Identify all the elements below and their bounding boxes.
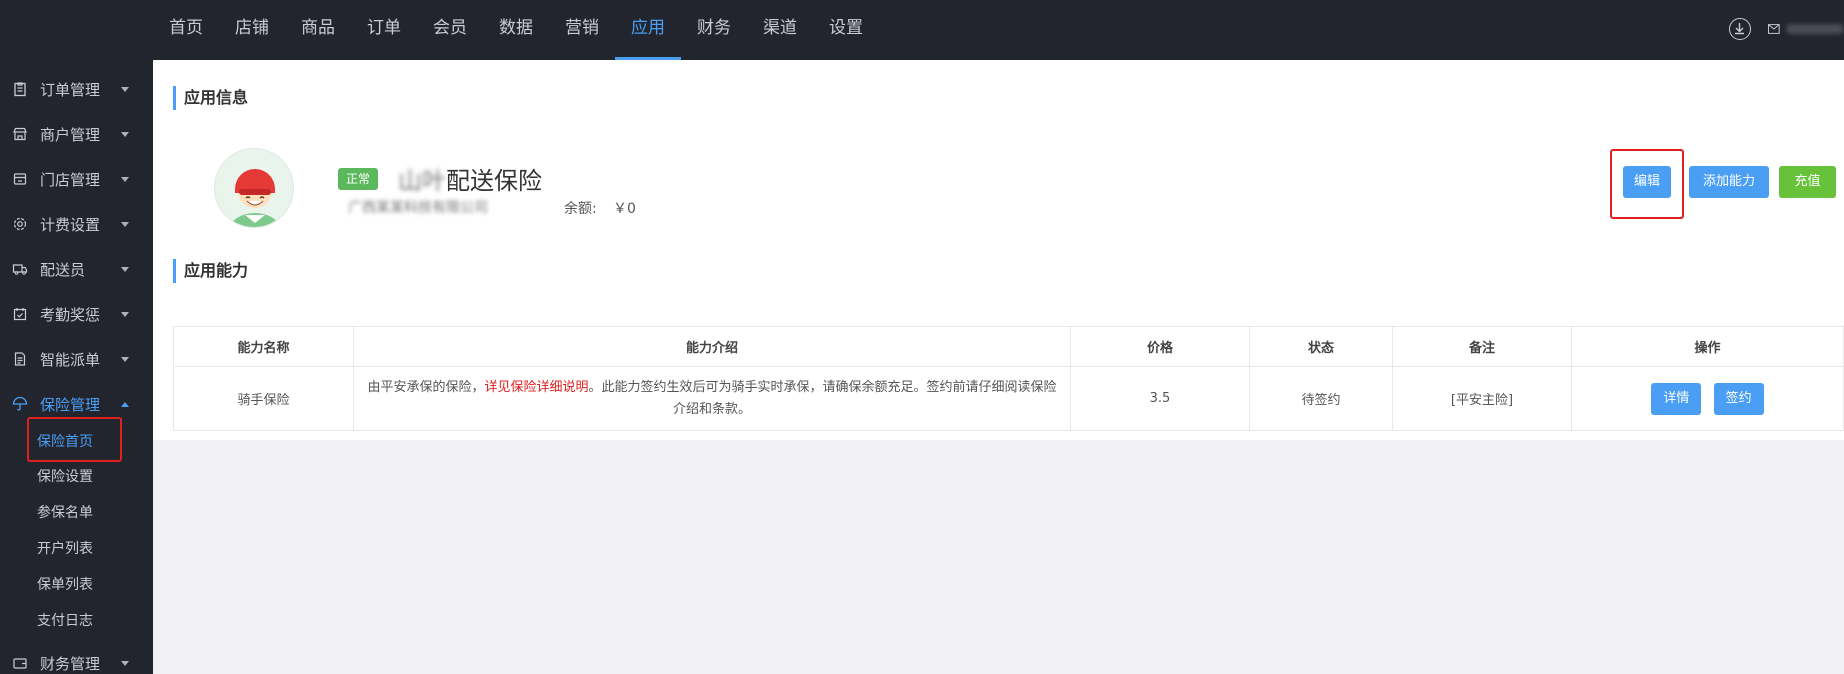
sidebar-item-insurance[interactable]: 保险管理: [0, 389, 153, 419]
cell-price: 3.5: [1070, 366, 1250, 431]
add-capability-button[interactable]: 添加能力: [1689, 166, 1769, 198]
sidebar-item-finance[interactable]: 财务管理: [0, 648, 153, 674]
chevron-down-icon: [121, 177, 129, 182]
sidebar-subitem-insured-list[interactable]: 参保名单: [37, 500, 93, 526]
sidebar-item-label: 门店管理: [40, 170, 101, 189]
nav-members[interactable]: 会员: [417, 0, 483, 60]
sidebar-item-couriers[interactable]: 配送员: [0, 254, 153, 284]
cell-intro: 由平安承保的保险，详见保险详细说明。此能力签约生效后可为骑手实时承保，请确保余额…: [353, 366, 1071, 431]
wallet-icon: [13, 658, 27, 669]
sidebar-item-label: 商户管理: [40, 125, 101, 144]
company-name-redacted: 广西某某科技有限公司: [348, 200, 488, 216]
nav-orders[interactable]: 订单: [351, 0, 417, 60]
download-icon[interactable]: [1729, 18, 1751, 40]
sidebar-item-label: 考勤奖惩: [40, 305, 101, 324]
sign-button[interactable]: 签约: [1713, 382, 1764, 415]
sidebar-item-label: 财务管理: [40, 654, 101, 673]
shop-icon: [13, 173, 27, 185]
nav-products[interactable]: 商品: [285, 0, 351, 60]
cell-actions: 详情 签约: [1571, 366, 1844, 431]
detail-button[interactable]: 详情: [1651, 382, 1702, 415]
sidebar-item-attendance[interactable]: 考勤奖惩: [0, 299, 153, 329]
nav-store[interactable]: 店铺: [219, 0, 285, 60]
sidebar-item-dispatch[interactable]: 智能派单: [0, 344, 153, 374]
balance-label: 余额:: [564, 201, 597, 217]
status-badge: 正常: [338, 168, 379, 190]
top-nav: 首页 店铺 商品 订单 会员 数据 营销 应用 财务 渠道 设置: [153, 0, 879, 60]
intro-text: 由平安承保的保险，: [367, 379, 485, 395]
nav-settings[interactable]: 设置: [813, 0, 879, 60]
table-header-row: 能力名称 能力介绍 价格 状态 备注 操作: [173, 326, 1844, 367]
column-header-name: 能力名称: [173, 326, 354, 367]
sidebar-item-merchants[interactable]: 商户管理: [0, 119, 153, 149]
capabilities-table: 能力名称 能力介绍 价格 状态 备注 操作 骑手保险 由平安承保的保险，详见保险…: [173, 326, 1844, 431]
sidebar-subitem-insurance-settings[interactable]: 保险设置: [37, 464, 93, 490]
column-header-actions: 操作: [1571, 326, 1844, 367]
chevron-down-icon: [121, 312, 129, 317]
chevron-down-icon: [121, 267, 129, 272]
clipboard-icon: [14, 82, 26, 97]
nav-marketing[interactable]: 营销: [549, 0, 615, 60]
insurance-details-link[interactable]: 详见保险详细说明: [484, 380, 588, 395]
sidebar-item-label: 订单管理: [40, 80, 101, 99]
balance-value: ￥0: [613, 201, 636, 217]
column-header-intro: 能力介绍: [353, 326, 1071, 367]
nav-channels[interactable]: 渠道: [747, 0, 813, 60]
umbrella-icon: [12, 396, 28, 411]
gear-icon: [13, 217, 27, 231]
column-header-status: 状态: [1249, 326, 1393, 367]
app-name-redacted: 山叶: [398, 167, 446, 195]
mail-icon: [1768, 24, 1780, 34]
username-blurred: [1785, 24, 1844, 34]
column-header-price: 价格: [1070, 326, 1250, 367]
section-title-capabilities: 应用能力: [173, 259, 248, 283]
sidebar: 订单管理 商户管理 门店管理 计费设置 配送员 考勤奖惩 智能派单 保险管理 保…: [0, 60, 153, 674]
sidebar-subitem-payment-log[interactable]: 支付日志: [37, 608, 93, 634]
chevron-down-icon: [121, 661, 129, 666]
cell-remark: [平安主险]: [1392, 366, 1572, 431]
sidebar-item-billing[interactable]: 计费设置: [0, 209, 153, 239]
annotation-highlight-box: [27, 417, 122, 462]
nav-apps[interactable]: 应用: [615, 0, 681, 60]
top-navbar: 首页 店铺 商品 订单 会员 数据 营销 应用 财务 渠道 设置: [0, 0, 1844, 60]
user-menu[interactable]: [1768, 20, 1844, 38]
sidebar-item-stores[interactable]: 门店管理: [0, 164, 153, 194]
chevron-down-icon: [121, 132, 129, 137]
nav-data[interactable]: 数据: [483, 0, 549, 60]
sidebar-item-label: 保险管理: [40, 395, 101, 414]
sidebar-item-orders[interactable]: 订单管理: [0, 74, 153, 104]
document-icon: [14, 352, 26, 366]
sidebar-subitem-policy-list[interactable]: 保单列表: [37, 572, 93, 598]
app-name: 山叶配送保险: [398, 161, 542, 196]
app-avatar: [214, 148, 294, 228]
recharge-button[interactable]: 充值: [1779, 166, 1836, 198]
chevron-down-icon: [121, 357, 129, 362]
nav-finance[interactable]: 财务: [681, 0, 747, 60]
table-row: 骑手保险 由平安承保的保险，详见保险详细说明。此能力签约生效后可为骑手实时承保，…: [173, 366, 1844, 431]
main-content: 应用信息 正常 山叶配送保险 广西某某科技有限公司 余额: ￥0 编辑 添加能力…: [153, 60, 1844, 440]
nav-home[interactable]: 首页: [153, 0, 219, 60]
chevron-down-icon: [121, 222, 129, 227]
store-icon: [13, 127, 27, 141]
sidebar-subitem-account-list[interactable]: 开户列表: [37, 536, 93, 562]
cell-status: 待签约: [1249, 366, 1393, 431]
truck-icon: [12, 264, 28, 275]
app-name-text: 配送保险: [446, 167, 542, 195]
intro-text: 。此能力签约生效后可为骑手实时承保，请确保余额充足。签约前请仔细阅读保险介绍和条…: [588, 379, 1057, 417]
cell-name: 骑手保险: [173, 366, 354, 431]
sidebar-item-label: 计费设置: [40, 215, 101, 234]
chevron-up-icon: [121, 402, 129, 407]
column-header-remark: 备注: [1392, 326, 1572, 367]
calendar-icon: [13, 308, 27, 321]
sidebar-item-label: 配送员: [40, 260, 86, 279]
edit-button[interactable]: 编辑: [1623, 166, 1671, 198]
chevron-down-icon: [121, 87, 129, 92]
sidebar-item-label: 智能派单: [40, 350, 101, 369]
section-title-app-info: 应用信息: [173, 86, 248, 110]
rider-avatar-icon: [229, 169, 281, 227]
